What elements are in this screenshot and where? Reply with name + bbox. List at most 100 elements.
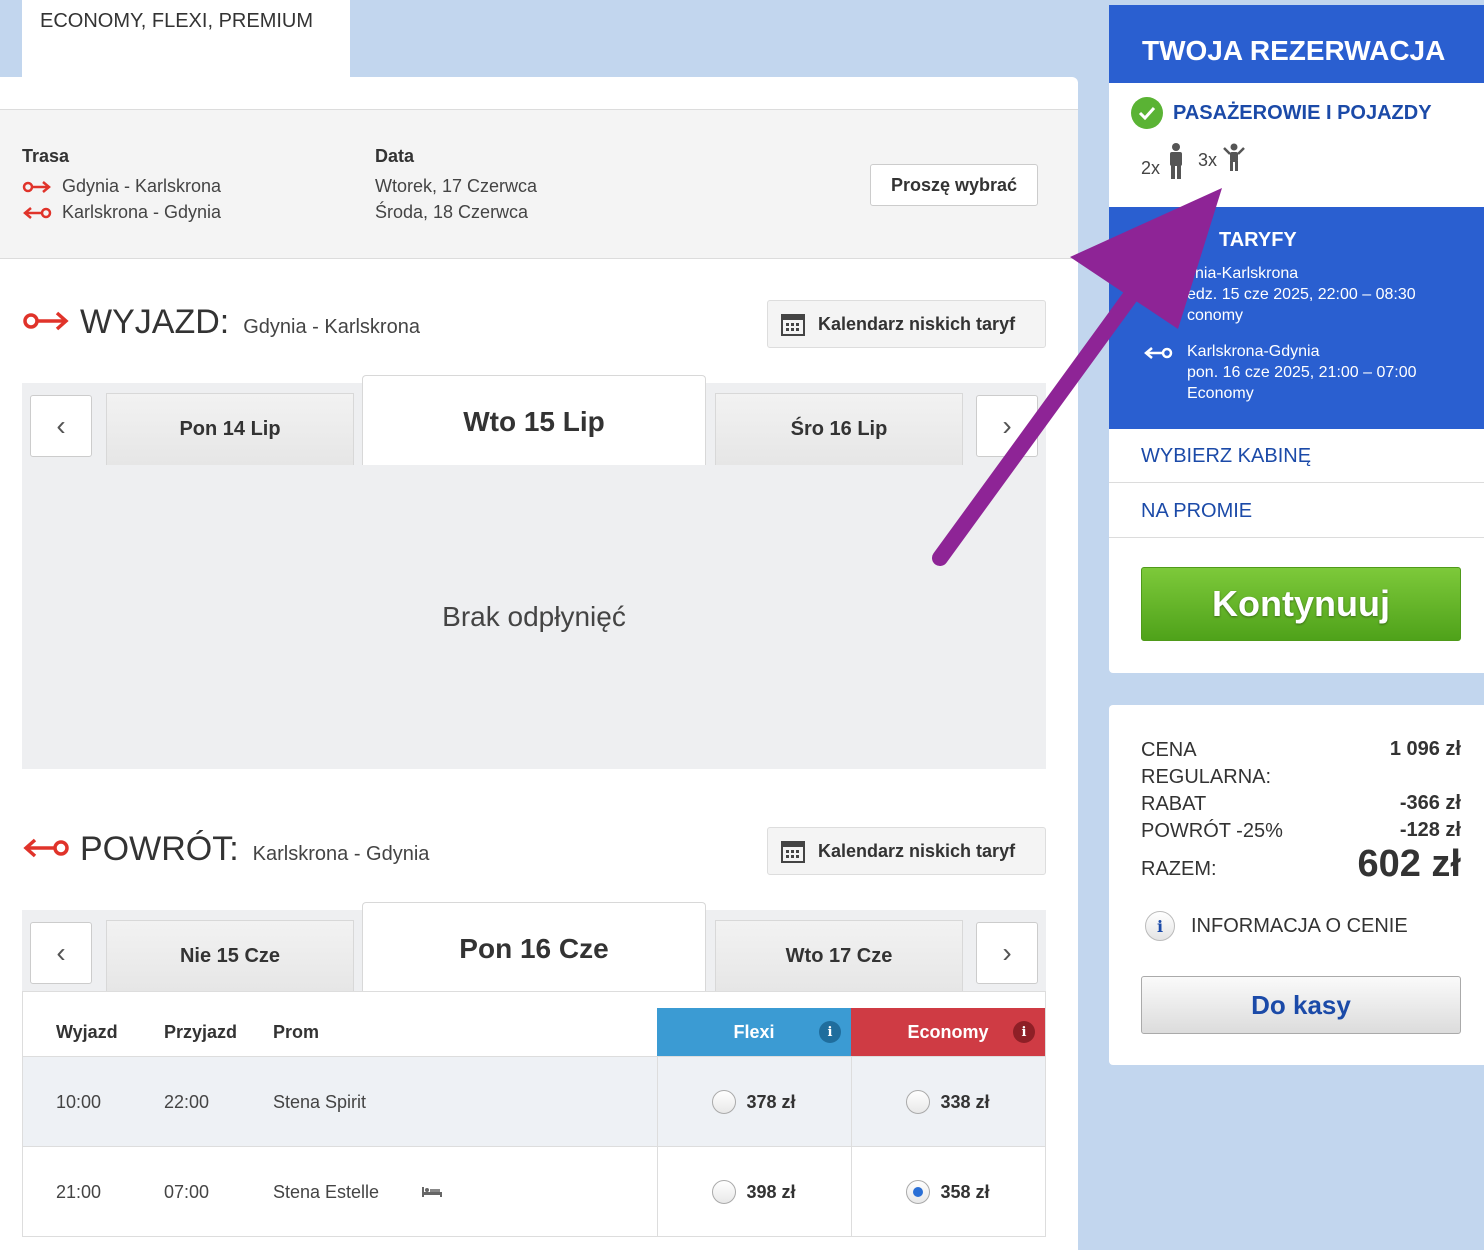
check-icon xyxy=(1131,97,1163,129)
fare-date: edz. 15 cze 2025, 22:00 – 08:30 xyxy=(1187,286,1416,303)
return-section-title: POWRÓT: Karlskrona - Gdynia xyxy=(22,830,429,869)
chevron-right-icon: › xyxy=(1002,410,1012,441)
fare-types-tab[interactable]: ECONOMY, FLEXI, PREMIUM xyxy=(22,0,350,80)
flexi-price-option[interactable]: 378 zł xyxy=(657,1057,851,1147)
col-ferry: Prom xyxy=(273,1022,320,1042)
outbound-arrow-icon xyxy=(22,180,51,193)
radio-button-selected[interactable] xyxy=(906,1180,931,1204)
price-value: 338 zł xyxy=(940,1091,990,1112)
fares-title: TARYFY xyxy=(1219,229,1297,251)
return-arrow-icon xyxy=(1144,347,1173,359)
info-icon[interactable]: i xyxy=(1013,1021,1035,1043)
price-value: 398 zł xyxy=(746,1181,796,1202)
fares-step[interactable]: TARYFY ynia-Karlskrona edz. 15 cze 2025,… xyxy=(1109,207,1484,429)
divider xyxy=(1109,537,1484,538)
date-tab-prev[interactable]: Nie 15 Cze xyxy=(106,920,354,992)
checkout-button[interactable]: Do kasy xyxy=(1141,976,1461,1034)
return-discount-value: -128 zł xyxy=(1399,819,1461,841)
total-value: 602 zł xyxy=(1357,843,1461,885)
return-date-text: Środa, 18 Czerwca xyxy=(375,202,529,222)
calendar-button-label: Kalendarz niskich taryf xyxy=(818,313,1016,334)
price-info-link[interactable]: i INFORMACJA O CENIE xyxy=(1145,911,1408,941)
return-discount-label: POWRÓT -25% xyxy=(1141,820,1283,842)
discount-label: RABAT xyxy=(1141,793,1207,815)
continue-button[interactable]: Kontynuuj xyxy=(1141,567,1461,641)
outbound-title: WYJAZD: xyxy=(80,303,230,341)
children-count: 3x xyxy=(1198,143,1247,171)
ferry-name: Stena Estelle xyxy=(273,1181,380,1202)
ferry-name: Stena Spirit xyxy=(273,1091,367,1112)
arrival-time: 22:00 xyxy=(164,1091,210,1112)
cabin-bed-icon xyxy=(421,1147,443,1237)
total-label: RAZEM: xyxy=(1141,858,1217,880)
date-tab-active[interactable]: Wto 15 Lip xyxy=(362,375,706,467)
outbound-fare-info: ynia-Karlskrona edz. 15 cze 2025, 22:00 … xyxy=(1187,263,1416,326)
price-value: 378 zł xyxy=(746,1091,796,1112)
flexi-label: Flexi xyxy=(733,1021,775,1042)
price-info-label: INFORMACJA O CENIE xyxy=(1191,914,1408,937)
date-tab-next[interactable]: Wto 17 Cze xyxy=(715,920,963,992)
choose-button[interactable]: Proszę wybrać xyxy=(870,164,1038,206)
main-panel: Trasa Gdynia - Karlskrona Karlskrona - G… xyxy=(0,77,1078,1250)
fare-class: conomy xyxy=(1187,307,1244,324)
economy-price-option[interactable]: 358 zł xyxy=(851,1147,1045,1237)
return-fare-info: Karlskrona-Gdynia pon. 16 cze 2025, 21:0… xyxy=(1187,341,1417,404)
regular-price-label-1: CENA xyxy=(1141,739,1197,761)
adult-icon xyxy=(1170,143,1183,179)
return-date-strip: ‹ Nie 15 Cze Pon 16 Cze Wto 17 Cze › xyxy=(22,902,1046,994)
choose-cabin-link[interactable]: WYBIERZ KABINĘ xyxy=(1141,445,1311,468)
return-arrow-icon xyxy=(23,206,52,219)
return-calendar-button[interactable]: Kalendarz niskich taryf xyxy=(767,827,1046,875)
return-route: Karlskrona - Gdynia xyxy=(252,843,430,865)
fare-route: Karlskrona-Gdynia xyxy=(1187,343,1320,360)
date-tab-next[interactable]: Śro 16 Lip xyxy=(715,393,963,465)
info-icon[interactable]: i xyxy=(819,1021,841,1043)
outbound-arrow-icon xyxy=(23,311,69,331)
flexi-price-option[interactable]: 398 zł xyxy=(657,1147,851,1237)
date-tab-prev[interactable]: Pon 14 Lip xyxy=(106,393,354,465)
return-arrow-icon xyxy=(23,838,69,858)
radio-button[interactable] xyxy=(712,1180,737,1204)
date-tab-active[interactable]: Pon 16 Cze xyxy=(362,902,706,994)
children-count-text: 3x xyxy=(1198,150,1218,170)
outbound-route-line: Gdynia - Karlskrona xyxy=(22,176,221,197)
chevron-left-icon: ‹ xyxy=(56,410,66,441)
col-arrival: Przyjazd xyxy=(164,1022,238,1042)
calendar-button-label: Kalendarz niskich taryf xyxy=(818,840,1016,861)
regular-price-label: CENA REGULARNA: xyxy=(1141,737,1271,791)
outbound-calendar-button[interactable]: Kalendarz niskich taryf xyxy=(767,300,1046,348)
passengers-step[interactable]: PASAŻEROWIE I POJAZDY xyxy=(1131,97,1432,129)
booking-sidebar: TWOJA REZERWACJA PASAŻEROWIE I POJAZDY 2… xyxy=(1109,5,1484,673)
return-route-text: Karlskrona - Gdynia xyxy=(62,202,222,222)
next-date-button[interactable]: › xyxy=(976,395,1038,457)
price-summary: CENA REGULARNA: 1 096 zł RABAT -366 zł P… xyxy=(1109,705,1484,1065)
adults-count: 2x xyxy=(1141,143,1186,179)
radio-button[interactable] xyxy=(712,1090,737,1114)
next-date-button[interactable]: › xyxy=(976,922,1038,984)
fare-route: ynia-Karlskrona xyxy=(1187,265,1299,282)
outbound-section-title: WYJAZD: Gdynia - Karlskrona xyxy=(22,303,420,342)
child-icon xyxy=(1223,143,1245,171)
onboard-link[interactable]: NA PROMIE xyxy=(1141,500,1252,523)
return-route-line: Karlskrona - Gdynia xyxy=(22,202,221,223)
date-heading: Data xyxy=(375,146,415,166)
discount-value: -366 zł xyxy=(1399,792,1461,814)
trip-summary: Trasa Gdynia - Karlskrona Karlskrona - G… xyxy=(0,109,1078,259)
chevron-left-icon: ‹ xyxy=(56,937,66,968)
economy-price-option[interactable]: 338 zł xyxy=(851,1057,1045,1147)
arrival-time: 07:00 xyxy=(164,1181,210,1202)
flexi-header: Flexi i xyxy=(657,1008,851,1056)
prev-date-button[interactable]: ‹ xyxy=(30,395,92,457)
no-departures-message: Brak odpłynięć xyxy=(22,465,1046,769)
return-title: POWRÓT: xyxy=(80,830,239,868)
prev-date-button[interactable]: ‹ xyxy=(30,922,92,984)
fare-date: pon. 16 cze 2025, 21:00 – 07:00 xyxy=(1187,364,1417,381)
radio-button[interactable] xyxy=(906,1090,931,1114)
table-row[interactable]: 10:00 22:00 Stena Spirit 378 zł 338 zł xyxy=(23,1056,1045,1147)
price-value: 358 zł xyxy=(940,1181,990,1202)
divider xyxy=(1109,482,1484,483)
departures-table: Wyjazd Przyjazd Prom Flexi i Economy i 1… xyxy=(22,991,1046,1237)
regular-price-value: 1 096 zł xyxy=(1389,738,1461,760)
booking-title: TWOJA REZERWACJA xyxy=(1109,5,1484,83)
table-row[interactable]: 21:00 07:00 Stena Estelle 398 zł 358 zł xyxy=(23,1146,1045,1237)
